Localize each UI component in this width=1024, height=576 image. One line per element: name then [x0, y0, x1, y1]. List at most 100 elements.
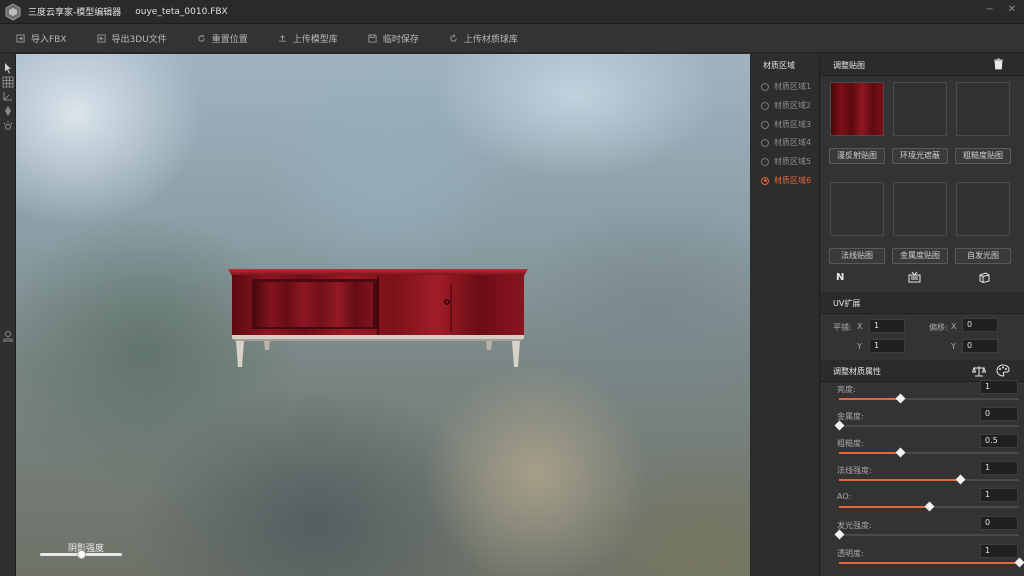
property-slider-knob[interactable] [924, 501, 935, 512]
tile-y-label: Y [857, 342, 862, 351]
property-slider-knob[interactable] [834, 420, 845, 431]
move-tool-icon[interactable] [2, 105, 14, 117]
property-slider[interactable] [834, 420, 1019, 431]
offset-x-input[interactable]: 0 [962, 318, 998, 332]
export-3du-label: 导出3DU文件 [111, 34, 167, 45]
trash-icon[interactable] [993, 58, 1004, 70]
texture-section-title: 调整贴图 [833, 61, 865, 70]
balance-scale-icon[interactable] [972, 365, 986, 377]
roughness-texture-slot[interactable] [956, 82, 1010, 136]
radio-icon [761, 157, 769, 166]
region-item-6[interactable]: 材质区域6 [761, 175, 811, 186]
uv-section-header: UV扩展 [821, 292, 1024, 314]
left-tool-strip [0, 54, 16, 576]
metallic-map-button[interactable]: 金属度贴图 [892, 248, 948, 264]
shadow-strength-slider[interactable] [40, 550, 122, 559]
select-tool-icon[interactable] [2, 62, 14, 74]
property-value-input[interactable]: 1 [980, 461, 1018, 475]
offset-y-input[interactable]: 0 [962, 339, 998, 353]
tile-y-input[interactable]: 1 [869, 339, 905, 353]
reset-position-label: 重置位置 [211, 34, 248, 45]
property-value-input[interactable]: 1 [980, 544, 1018, 558]
region-item-2[interactable]: 材质区域2 [761, 100, 811, 111]
ao-map-button[interactable]: 环境光遮蔽 [892, 148, 948, 164]
user-icon[interactable] [2, 330, 14, 342]
axis-tool-icon[interactable] [2, 90, 14, 102]
property-slider[interactable] [839, 501, 1019, 512]
toolbar: 导入FBX 导出3DU文件 重置位置 上传模型库 临时保存 上传材质球库 [0, 24, 1024, 53]
property-value-input[interactable]: 1 [980, 488, 1018, 502]
property-value-input[interactable]: 0 [980, 516, 1018, 530]
normal-n-icon[interactable]: N [836, 272, 844, 283]
property-slider-fill [839, 452, 901, 454]
app-title: 三度云享家-模型编辑器 [28, 8, 122, 18]
radio-selected-icon [761, 176, 769, 185]
reset-position-button[interactable]: 重置位置 [197, 32, 248, 45]
property-slider[interactable] [839, 447, 1019, 458]
region-label: 材质区域4 [774, 138, 812, 147]
tv-icon[interactable] [908, 271, 921, 283]
palette-icon[interactable] [996, 364, 1010, 377]
upload-model-library-button[interactable]: 上传模型库 [278, 32, 338, 45]
minimize-button[interactable]: − [985, 4, 993, 15]
property-value-input[interactable]: 1 [980, 380, 1018, 394]
temp-save-label: 临时保存 [382, 34, 419, 45]
diffuse-map-button[interactable]: 漫反射贴图 [829, 148, 885, 164]
tv-cabinet-model[interactable] [16, 54, 750, 576]
import-fbx-button[interactable]: 导入FBX [16, 32, 67, 45]
property-slider-knob[interactable] [955, 474, 966, 485]
radio-icon [761, 82, 769, 91]
roughness-map-button[interactable]: 粗糙度贴图 [955, 148, 1011, 164]
property-slider-knob[interactable] [895, 447, 906, 458]
app-logo-icon [5, 2, 21, 21]
emissive-texture-slot[interactable] [956, 182, 1010, 236]
property-slider[interactable] [839, 393, 1019, 404]
offset-x-label: X [951, 322, 957, 331]
property-slider-fill [839, 562, 1019, 564]
upload-model-library-label: 上传模型库 [292, 34, 338, 45]
region-label: 材质区域6 [774, 176, 812, 185]
normal-texture-slot[interactable] [830, 182, 884, 236]
temp-save-button[interactable]: 临时保存 [368, 32, 419, 45]
upload-material-library-label: 上传材质球库 [463, 34, 518, 45]
upload-material-library-button[interactable]: 上传材质球库 [449, 32, 518, 45]
cube-icon[interactable] [978, 271, 990, 283]
property-slider[interactable] [839, 474, 1019, 485]
uv-section-title: UV扩展 [833, 299, 861, 308]
grid-tool-icon[interactable] [2, 76, 14, 88]
diffuse-texture-slot[interactable] [830, 82, 884, 136]
tile-x-input[interactable]: 1 [869, 319, 905, 333]
emissive-map-button[interactable]: 自发光图 [955, 248, 1011, 264]
region-label: 材质区域3 [774, 120, 812, 129]
metallic-texture-slot[interactable] [893, 182, 947, 236]
3d-viewport[interactable]: 阴影强度 [16, 54, 750, 576]
region-item-4[interactable]: 材质区域4 [761, 137, 811, 148]
material-regions-panel: 材质区域 材质区域1 材质区域2 材质区域3 材质区域4 材质区域5 材质区域6 [751, 54, 820, 576]
region-item-3[interactable]: 材质区域3 [761, 119, 811, 130]
ao-texture-slot[interactable] [893, 82, 947, 136]
property-slider-fill [839, 398, 901, 400]
property-slider-knob[interactable] [1014, 557, 1024, 568]
sync-icon [450, 33, 457, 42]
property-slider[interactable] [834, 529, 1019, 540]
property-label: 亮度: [837, 385, 856, 394]
normal-map-button[interactable]: 法线贴图 [829, 248, 885, 264]
property-label: 透明度: [837, 549, 864, 558]
close-button[interactable]: ✕ [1008, 4, 1016, 15]
property-value-input[interactable]: 0.5 [980, 434, 1018, 448]
properties-panel: 调整贴图 漫反射贴图 环境光遮蔽 粗糙度贴图 法线贴图 金属度贴图 自发光图 N… [821, 54, 1024, 576]
property-slider-fill [839, 479, 960, 481]
property-value-input[interactable]: 0 [980, 407, 1018, 421]
property-slider[interactable] [839, 557, 1024, 568]
property-label: 法线强度: [837, 466, 872, 475]
shadow-strength-knob[interactable] [77, 550, 86, 559]
region-item-1[interactable]: 材质区域1 [761, 81, 811, 92]
property-slider-knob[interactable] [834, 529, 845, 540]
light-tool-icon[interactable] [2, 120, 14, 132]
export-3du-button[interactable]: 导出3DU文件 [96, 32, 167, 45]
radio-icon [761, 138, 769, 147]
region-label: 材质区域5 [774, 157, 812, 166]
region-item-5[interactable]: 材质区域5 [761, 156, 811, 167]
property-slider-knob[interactable] [895, 393, 906, 404]
property-label: 发光强度: [837, 521, 872, 530]
